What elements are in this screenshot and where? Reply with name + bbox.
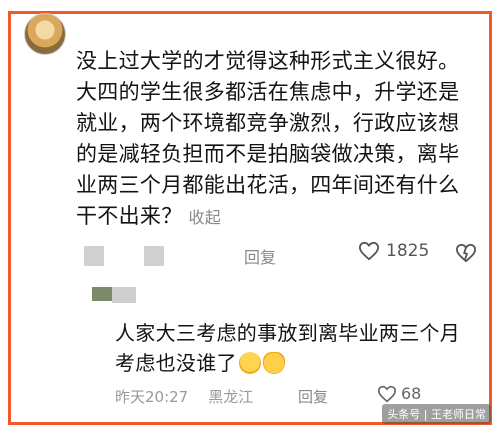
comment-text: 没上过大学的才觉得这种形式主义很好。大四的学生很多都活在焦虑中，升学还是就业，两… xyxy=(76,49,460,228)
reply-button[interactable]: 回复 xyxy=(244,244,276,268)
redacted-block-2 xyxy=(144,246,164,266)
dislike-icon[interactable] xyxy=(455,243,477,267)
reply-like-count: 68 xyxy=(401,384,422,403)
reply-meta: 昨天20:27 黑龙江 xyxy=(115,386,253,407)
heart-icon xyxy=(358,241,380,261)
like-count: 1825 xyxy=(386,241,430,261)
avatar[interactable] xyxy=(24,13,66,55)
reply-avatar[interactable] xyxy=(92,287,112,301)
reply-reply-button[interactable]: 回复 xyxy=(298,386,328,407)
redacted-block-1 xyxy=(84,246,104,266)
redacted-username xyxy=(112,287,136,303)
reply-time: 昨天20:27 xyxy=(115,388,189,406)
watermark: 头条号 | 王老师日常 xyxy=(382,404,491,424)
collapse-link[interactable]: 收起 xyxy=(189,208,222,227)
reply-body: 人家大三考虑的事放到离毕业两三个月考虑也没谁了 xyxy=(115,318,465,378)
laughing-emoji-icon xyxy=(238,352,261,374)
reply-like-button[interactable]: 68 xyxy=(377,384,421,403)
ok-hand-emoji-icon xyxy=(262,352,285,374)
comment-body: 没上过大学的才觉得这种形式主义很好。大四的学生很多都活在焦虑中，升学还是就业，两… xyxy=(76,46,480,233)
like-button[interactable]: 1825 xyxy=(358,241,429,261)
reply-location: 黑龙江 xyxy=(208,388,254,406)
reply-text: 人家大三考虑的事放到离毕业两三个月考虑也没谁了 xyxy=(115,321,461,375)
heart-icon xyxy=(377,385,397,403)
